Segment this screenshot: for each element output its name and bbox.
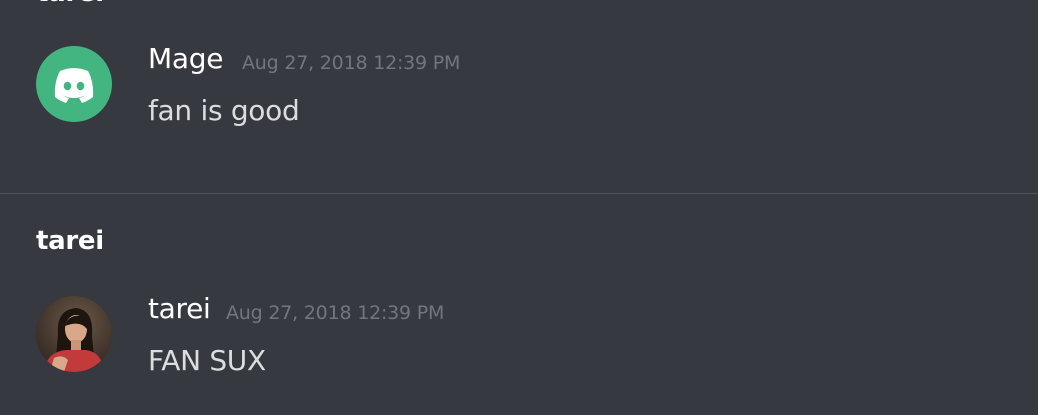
message-content: fan is good: [148, 94, 300, 127]
message-timestamp: Aug 27, 2018 12:39 PM: [242, 52, 461, 74]
avatar[interactable]: [36, 46, 112, 122]
message-divider: [0, 193, 1038, 194]
avatar[interactable]: [36, 296, 112, 372]
message-content: FAN SUX: [148, 344, 266, 377]
username[interactable]: tarei: [148, 292, 211, 325]
message-item: tarei Aug 27, 2018 12:39 PM FAN SUX: [0, 290, 1038, 380]
discord-logo-icon: [54, 68, 94, 103]
username[interactable]: Mage: [148, 42, 223, 75]
user-photo: [36, 296, 112, 372]
message-item: Mage Aug 27, 2018 12:39 PM fan is good: [0, 40, 1038, 130]
section-header: tarei: [36, 226, 104, 256]
partial-section-header: tarei: [36, 0, 104, 8]
message-timestamp: Aug 27, 2018 12:39 PM: [226, 302, 445, 324]
